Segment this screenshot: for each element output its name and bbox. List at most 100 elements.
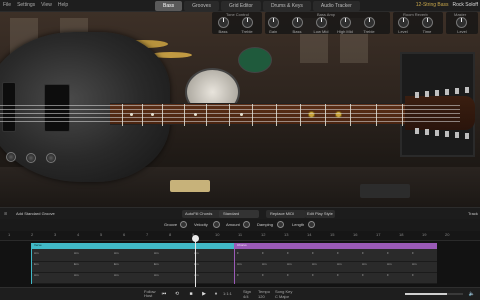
chord-label: Am	[337, 262, 342, 266]
menu-help[interactable]: Help	[58, 2, 68, 8]
clip-lane: Am Am Am Am Am Am Am Am	[235, 262, 437, 273]
tone-knob-icon[interactable]	[26, 153, 36, 163]
damping-label: Damping	[257, 222, 274, 227]
tab-bass[interactable]: Bass	[155, 1, 183, 11]
amount-label: Amount	[226, 222, 240, 227]
sign-value[interactable]: 4/4	[243, 295, 249, 299]
add-icon[interactable]: ⊞	[4, 211, 7, 216]
style-preset[interactable]: Rock Soloff	[453, 2, 478, 8]
bar-number: 14	[307, 232, 312, 237]
string	[0, 117, 460, 118]
knob-label: Bass	[218, 29, 228, 34]
bass-amp-panel: Bass Amp Gain Bass Low Mid High Mid Treb…	[265, 12, 390, 34]
tempo-value[interactable]: 120	[258, 295, 265, 299]
damping-knob[interactable]	[277, 221, 284, 228]
chord-label: Am	[262, 262, 267, 266]
chord-label: F	[237, 251, 239, 255]
chord-label: Em	[154, 262, 159, 266]
play-icon[interactable]: ▶	[200, 291, 208, 298]
master-panel: Master Level	[446, 12, 478, 34]
song-key-value[interactable]: C Major	[275, 295, 289, 299]
velocity-knob[interactable]	[213, 221, 220, 228]
amp-treble-knob[interactable]	[364, 17, 375, 28]
replace-midi-label: Replace MIDI	[270, 211, 295, 216]
speaker-icon[interactable]: 🔈	[468, 291, 476, 298]
edit-play-style-button[interactable]: Edit Play Style	[305, 210, 335, 218]
chord-label: F	[412, 251, 414, 255]
bar-number: 5	[100, 232, 103, 237]
rewind-icon[interactable]: ⏮	[160, 291, 168, 298]
autofill-label: AutoFill Chords	[185, 211, 213, 216]
bass-knob[interactable]	[218, 17, 229, 28]
chord-label: Am	[362, 262, 367, 266]
chord-label: F	[312, 273, 314, 277]
bar-number: 13	[284, 232, 289, 237]
tab-audio-tracker[interactable]: Audio Tracker	[312, 1, 360, 11]
chord-label: F	[337, 273, 339, 277]
bar-number: 12	[261, 232, 266, 237]
bar-number: 7	[146, 232, 149, 237]
menu-file[interactable]: File	[3, 2, 11, 8]
gain-knob[interactable]	[268, 17, 279, 28]
length-label: Length	[292, 222, 305, 227]
string	[0, 105, 460, 106]
playhead[interactable]	[195, 236, 196, 288]
chord-label: F	[262, 273, 264, 277]
tab-grooves[interactable]: Grooves	[184, 1, 220, 11]
chord-label: F	[387, 251, 389, 255]
timeline-area: Verse Am Am Am Am Am Em Em Em Em Em Am A…	[0, 241, 480, 287]
knob-label: Level	[457, 29, 467, 34]
clip-verse[interactable]: Verse Am Am Am Am Am Em Em Em Em Em Am A…	[31, 243, 234, 284]
chord-label: Am	[412, 262, 417, 266]
chord-label: Am	[74, 273, 79, 277]
clip-chorus[interactable]: Chorus F F F F F F F F Am Am Am Am Am Am…	[234, 243, 437, 284]
groove-toolbar: ⊞ Add Standard Groove AutoFill Chords St…	[0, 207, 480, 219]
chord-label: Am	[74, 251, 79, 255]
tab-drums-keys[interactable]: Drums & Keys	[262, 1, 311, 11]
chord-label: F	[262, 251, 264, 255]
replace-midi-button[interactable]: Replace MIDI	[266, 210, 306, 218]
stop-icon[interactable]: ■	[187, 291, 195, 298]
blend-knob-icon[interactable]	[46, 153, 56, 163]
amount-knob[interactable]	[243, 221, 250, 228]
chord-label: Am	[154, 251, 159, 255]
playhead-handle-icon[interactable]	[192, 235, 199, 242]
menu-view[interactable]: View	[41, 2, 52, 8]
chord-label: Am	[34, 273, 39, 277]
treble-knob[interactable]	[242, 17, 253, 28]
knob-label: Level	[398, 29, 408, 34]
chord-label: F	[362, 273, 364, 277]
bar-number: 18	[399, 232, 404, 237]
record-icon[interactable]: ●	[212, 291, 220, 298]
tab-grid-editor[interactable]: Grid Editor	[221, 1, 261, 11]
bar-number: 10	[215, 232, 220, 237]
chord-label: Am	[154, 273, 159, 277]
low-mid-knob[interactable]	[316, 17, 327, 28]
string	[0, 121, 460, 122]
timeline-ruler[interactable]: 1 2 3 4 5 6 7 8 9 10 11 12 13 14 15 16 1…	[0, 231, 480, 241]
loop-icon[interactable]: ⟲	[173, 291, 181, 298]
length-knob[interactable]	[308, 221, 315, 228]
master-volume-slider[interactable]	[405, 293, 463, 295]
string	[0, 109, 460, 110]
menu-settings[interactable]: Settings	[17, 2, 35, 8]
bar-number: 1	[8, 232, 11, 237]
standard-dropdown[interactable]: Standard	[219, 210, 259, 218]
groove-knob[interactable]	[180, 221, 187, 228]
master-level-knob[interactable]	[456, 17, 467, 28]
reverb-level-knob[interactable]	[398, 17, 409, 28]
bar-number: 16	[353, 232, 358, 237]
add-standard-groove-button[interactable]: Add Standard Groove	[16, 211, 55, 216]
chord-label: F	[362, 251, 364, 255]
volume-knob-icon[interactable]	[6, 152, 16, 162]
bar-number: 4	[77, 232, 80, 237]
amp-bass-knob[interactable]	[292, 17, 303, 28]
follow-host-label[interactable]: Follow Host	[144, 290, 160, 298]
bar-number: 6	[123, 232, 126, 237]
string	[0, 113, 460, 114]
reverb-time-knob[interactable]	[422, 17, 433, 28]
high-mid-knob[interactable]	[340, 17, 351, 28]
knob-label: Time	[422, 29, 432, 34]
bar-number: 2	[31, 232, 34, 237]
instrument-preset[interactable]: 12-String Bass	[416, 2, 449, 8]
